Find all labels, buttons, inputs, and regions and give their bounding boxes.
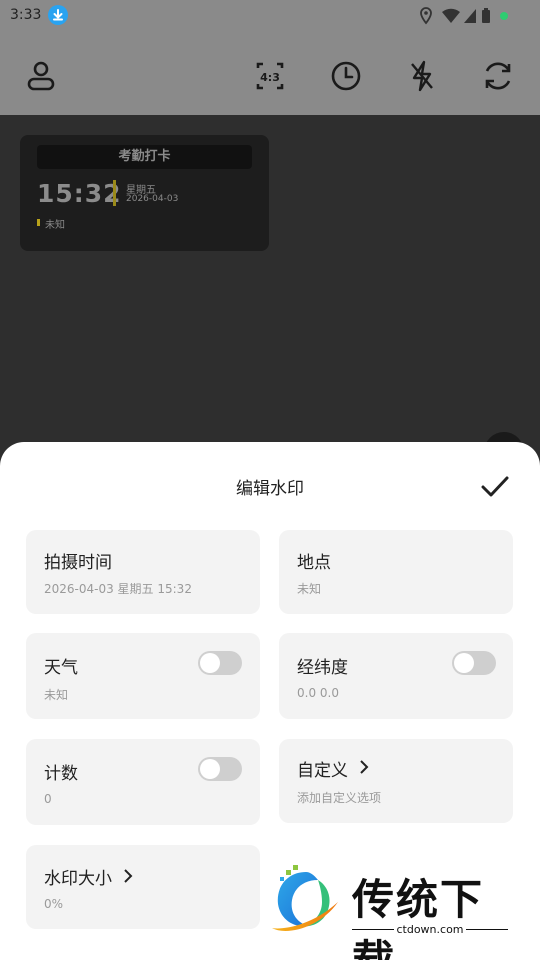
divider [466,929,508,930]
notification-dot [500,12,508,20]
signal-icon [464,9,476,23]
download-icon [48,5,68,25]
camera-toolbar: 4:3 [0,32,540,115]
status-bar: 3:33 [0,0,540,32]
latlng-label: 经纬度 [297,658,348,678]
watermark-size-label: 水印大小 [44,869,112,889]
chevron-right-icon [357,759,371,775]
site-brand-text: 传统下载 [352,875,485,960]
status-icons [416,6,526,30]
shoot-time-card[interactable]: 拍摄时间 2026-04-03 星期五 15:32 [26,530,260,614]
check-icon[interactable] [480,472,510,502]
location-icon [420,7,432,25]
weather-toggle[interactable] [198,651,242,675]
site-logo-icon [272,865,338,931]
status-time: 3:33 [10,7,42,23]
shoot-time-value: 2026-04-03 星期五 15:32 [44,582,192,596]
timer-icon[interactable] [328,58,364,94]
location-label: 地点 [297,553,331,573]
latlng-value: 0.0 0.0 [297,686,339,700]
latlng-toggle[interactable] [452,651,496,675]
toggle-knob [200,653,220,673]
sheet-title: 编辑水印 [236,479,304,499]
switch-camera-icon[interactable] [480,58,516,94]
watermark-size-value: 0% [44,897,64,911]
watermark-time: 15:32 [37,179,122,208]
location-card[interactable]: 地点 未知 [279,530,513,614]
flash-off-icon[interactable] [404,58,440,94]
toggle-knob [454,653,474,673]
chevron-right-icon [121,868,135,884]
watermark-location: 未知 [45,220,65,231]
weather-value: 未知 [44,688,69,702]
watermark-date: 2026-04-03 [126,194,179,204]
counter-toggle[interactable] [198,757,242,781]
watermark-preview[interactable]: 考勤打卡 15:32 星期五 2026-04-03 未知 [20,135,269,251]
wifi-icon [442,8,460,23]
counter-value: 0 [44,792,52,806]
watermark-size-card[interactable]: 水印大小 0% [26,845,260,929]
custom-label: 自定义 [297,761,348,781]
custom-card[interactable]: 自定义 添加自定义选项 [279,739,513,823]
svg-text:4:3: 4:3 [260,71,280,84]
location-value: 未知 [297,582,322,596]
weather-label: 天气 [44,658,78,678]
watermark-title: 考勤打卡 [37,145,252,169]
site-watermark: 传统下载 ctdown.com [268,862,518,960]
user-icon[interactable] [23,58,59,94]
counter-card: 计数 0 [26,739,260,825]
toggle-knob [200,759,220,779]
latlng-card: 经纬度 0.0 0.0 [279,633,513,719]
battery-icon [482,8,490,23]
aspect-ratio-icon[interactable]: 4:3 [252,58,288,94]
shoot-time-label: 拍摄时间 [44,553,112,573]
custom-value: 添加自定义选项 [297,791,382,805]
watermark-divider [113,180,116,206]
weather-card: 天气 未知 [26,633,260,719]
watermark-location-marker [37,219,40,226]
counter-label: 计数 [44,764,78,784]
